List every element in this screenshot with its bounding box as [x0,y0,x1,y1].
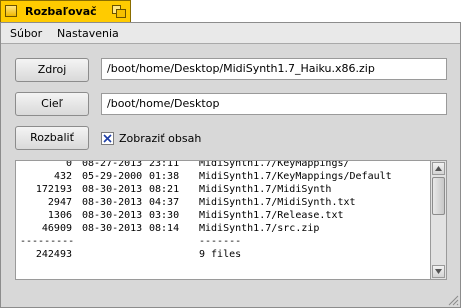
file-date: 08-27-2013 [82,160,143,169]
file-name: ------- [199,236,242,247]
file-date: 05-29-2000 [82,171,143,182]
file-size: 0 [65,160,72,169]
source-path-field[interactable]: /boot/home/Desktop/MidiSynth1.7_Haiku.x8… [101,58,447,80]
file-size: 2947 [47,197,72,208]
scroll-down-arrow-icon[interactable] [432,265,445,278]
file-size: --------- [20,236,75,247]
file-name: MidiSynth1.7/src.zip [199,223,320,234]
window-title: Rozbaľovač [25,5,97,18]
file-time: 01:38 [149,171,180,182]
window-tab[interactable]: Rozbaľovač [0,0,131,22]
resize-grip-icon[interactable] [446,293,459,306]
menu-bar: Súbor Nastavenia [1,23,460,44]
contents-listing[interactable]: 0 08-27-2013 23:11 MidiSynth1.7/KeyMappings… [15,160,430,280]
extract-button[interactable]: Rozbaliť [15,126,89,150]
file-name: MidiSynth1.7/MidiSynth.txt [199,197,356,208]
file-time: 08:21 [149,184,180,195]
file-date: 08-30-2013 [82,223,143,234]
file-name: MidiSynth1.7/Release.txt [199,210,344,221]
app-window: Súbor Nastavenia Zdroj /boot/home/Deskto… [0,22,461,308]
scroll-up-arrow-icon[interactable] [432,162,445,175]
file-size: 172193 [35,184,72,195]
show-contents-checkbox[interactable] [101,132,114,145]
file-name: MidiSynth1.7/MidiSynth [199,184,332,195]
file-date: 08-30-2013 [82,184,143,195]
file-name: MidiSynth1.7/KeyMappings/Default [199,171,392,182]
file-name: 9 files [199,249,242,260]
menu-file[interactable]: Súbor [10,27,42,40]
check-icon [103,134,112,143]
target-path-field[interactable]: /boot/home/Desktop [101,93,447,115]
file-size: 1306 [47,210,72,221]
file-size: 432 [53,171,72,182]
file-time: 03:30 [149,210,180,221]
target-button[interactable]: Cieľ [15,92,89,116]
file-name: MidiSynth1.7/KeyMappings/ [199,160,350,169]
vertical-scrollbar[interactable] [430,160,447,280]
show-contents-label[interactable]: Zobraziť obsah [119,132,201,145]
file-time: 08:14 [149,223,180,234]
file-size: 46909 [41,223,72,234]
file-time: 04:37 [149,197,180,208]
file-time: 23:11 [149,160,180,169]
source-button[interactable]: Zdroj [15,58,89,82]
file-date: 08-30-2013 [82,197,143,208]
close-icon[interactable] [5,5,17,17]
file-date: 08-30-2013 [82,210,143,221]
zoom-icon[interactable] [112,5,126,18]
file-size: 242493 [35,249,72,260]
scroll-thumb[interactable] [432,177,445,215]
menu-settings[interactable]: Nastavenia [57,27,119,40]
